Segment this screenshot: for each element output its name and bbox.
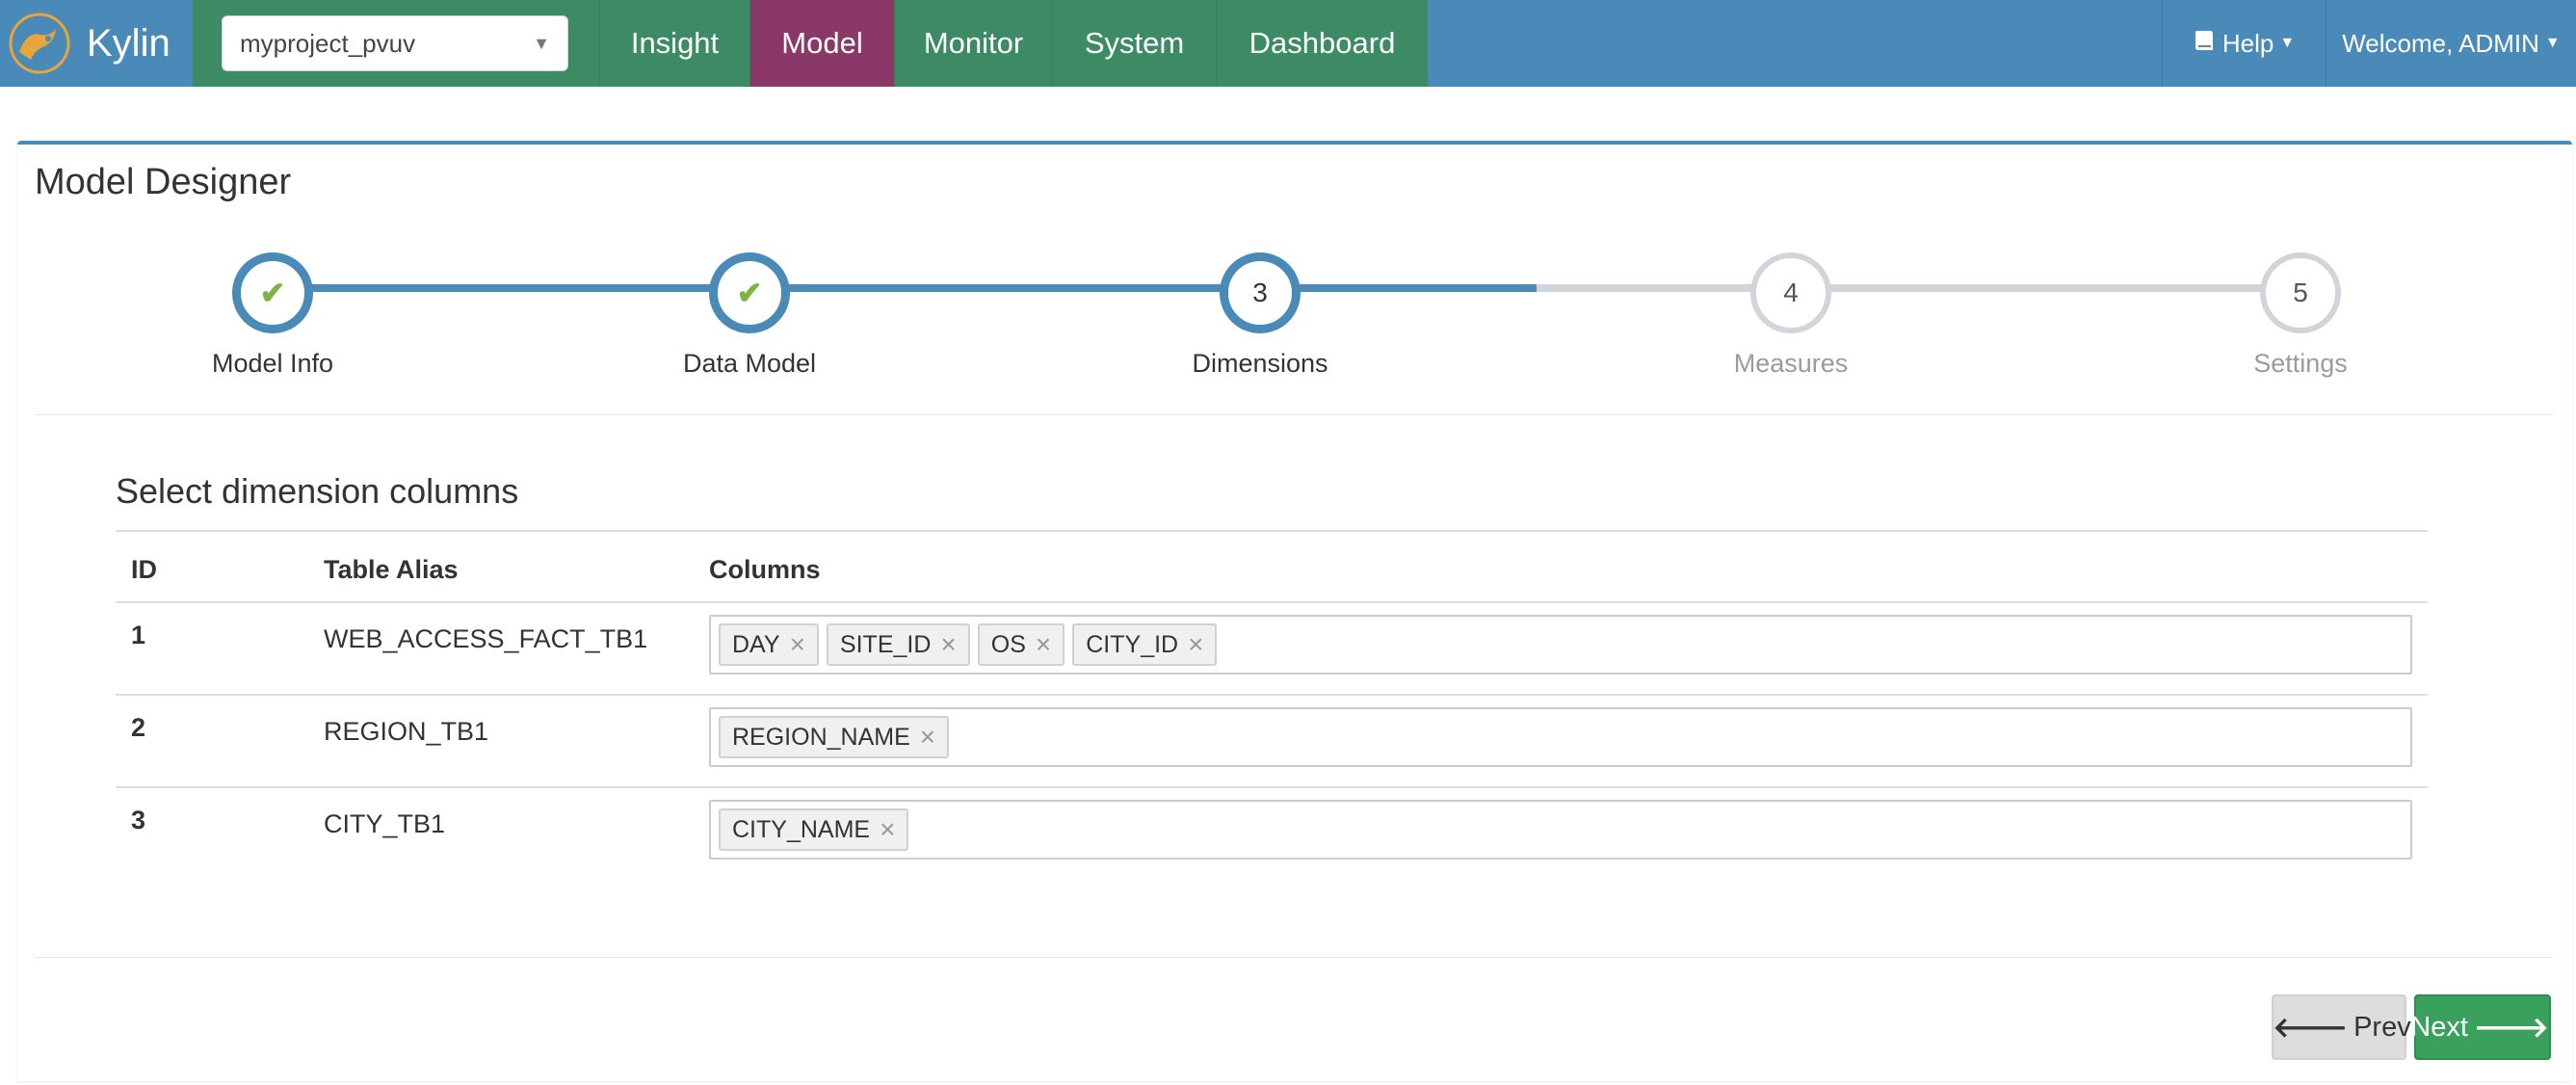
column-tag-label: SITE_ID [839, 630, 932, 658]
header-table-alias: Table Alias [308, 530, 694, 602]
book-icon [2194, 29, 2215, 59]
next-label: Next [2410, 1011, 2468, 1043]
caret-down-icon: ▼ [2544, 35, 2561, 51]
nav-item-monitor[interactable]: Monitor [894, 0, 1052, 87]
step-number: 5 [2293, 278, 2308, 307]
divider [35, 414, 2553, 415]
row-table-alias: CITY_TB1 [308, 786, 694, 880]
step-circle: 5 [2260, 252, 2341, 333]
header-id: ID [116, 530, 308, 602]
prev-button[interactable]: 🡐 Prev [2272, 994, 2411, 1060]
table-row: 3 CITY_TB1 CITY_NAME × [116, 786, 2428, 880]
row-columns-cell: REGION_NAME × [694, 694, 2428, 787]
step-label: Data Model [682, 349, 817, 378]
step-circle: ✔ [232, 252, 313, 333]
column-tag-label: CITY_ID [1086, 630, 1179, 658]
table-header-row: ID Table Alias Columns [116, 530, 2428, 602]
column-tag-label: OS [990, 630, 1026, 658]
wizard-step-model-info[interactable]: ✔ Model Info [147, 252, 398, 379]
section-title: Select dimension columns [116, 471, 519, 511]
brand-name: Kylin [87, 21, 171, 65]
column-tag-label: REGION_NAME [732, 723, 910, 751]
arrow-left-icon: 🡐 [2273, 1013, 2349, 1044]
close-icon[interactable]: × [920, 724, 935, 751]
caret-down-icon: ▼ [2279, 35, 2296, 51]
nav-item-model[interactable]: Model [749, 0, 894, 87]
row-id: 2 [116, 694, 308, 787]
step-label: Dimensions [1192, 349, 1328, 378]
help-label: Help [2221, 28, 2274, 58]
kylin-logo-icon [9, 13, 70, 74]
table-row: 2 REGION_TB1 REGION_NAME × [116, 694, 2428, 787]
column-tag[interactable]: DAY × [719, 623, 819, 666]
close-icon[interactable]: × [790, 631, 805, 658]
close-icon[interactable]: × [940, 631, 956, 658]
wizard-step-measures[interactable]: 4 Measures [1666, 252, 1916, 379]
table-row: 1 WEB_ACCESS_FACT_TB1 DAY × SITE_ID × OS × … [116, 601, 2428, 695]
column-tag-label: DAY [732, 630, 780, 658]
step-number: 3 [1252, 278, 1268, 307]
column-tag[interactable]: REGION_NAME × [719, 716, 950, 758]
project-selector-container: myproject_pvuv ▼ [193, 0, 599, 87]
wizard-step-data-model[interactable]: ✔ Data Model [624, 252, 875, 379]
check-icon: ✔ [259, 276, 286, 310]
column-tag-label: CITY_NAME [732, 815, 871, 843]
chevron-down-icon: ▼ [533, 33, 550, 53]
dimension-table: ID Table Alias Columns 1 WEB_ACCESS_FACT… [116, 530, 2428, 880]
check-icon: ✔ [736, 276, 763, 310]
page-title: Model Designer [35, 162, 292, 202]
user-menu[interactable]: Welcome, ADMIN ▼ [2326, 0, 2576, 87]
columns-tag-input[interactable]: CITY_NAME × [709, 800, 2412, 860]
columns-tag-input[interactable]: REGION_NAME × [709, 707, 2412, 767]
step-label: Model Info [211, 349, 334, 378]
model-designer-panel: Model Designer ✔ Model Info ✔ Data Model… [17, 141, 2572, 1081]
wizard-step-settings[interactable]: 5 Settings [2175, 252, 2426, 379]
arrow-right-icon: 🡒 [2473, 1013, 2549, 1044]
project-select[interactable]: myproject_pvuv ▼ [222, 15, 568, 71]
close-icon[interactable]: × [1036, 631, 1051, 658]
step-circle: ✔ [709, 252, 790, 333]
step-number: 4 [1783, 278, 1799, 307]
column-tag[interactable]: CITY_NAME × [719, 808, 909, 851]
top-navbar: Kylin myproject_pvuv ▼ Insight Model Mon… [0, 0, 2576, 87]
next-button[interactable]: Next 🡒 [2410, 994, 2551, 1060]
user-label: Welcome, ADMIN [2342, 28, 2539, 58]
step-circle: 4 [1750, 252, 1831, 333]
step-label: Measures [1733, 349, 1849, 378]
row-id: 3 [116, 786, 308, 880]
nav-item-dashboard[interactable]: Dashboard [1216, 0, 1428, 87]
column-tag[interactable]: CITY_ID × [1072, 623, 1218, 666]
header-columns: Columns [694, 530, 2428, 602]
help-menu[interactable]: Help ▼ [2162, 0, 2326, 87]
row-table-alias: REGION_TB1 [308, 694, 694, 787]
project-select-value: myproject_pvuv [240, 28, 416, 58]
wizard-step-dimensions[interactable]: 3 Dimensions [1135, 252, 1385, 379]
row-table-alias: WEB_ACCESS_FACT_TB1 [308, 601, 694, 695]
nav-item-insight[interactable]: Insight [599, 0, 749, 87]
row-columns-cell: DAY × SITE_ID × OS × CITY_ID × [694, 601, 2428, 695]
row-columns-cell: CITY_NAME × [694, 786, 2428, 880]
navbar-spacer [1428, 0, 2162, 87]
divider [35, 957, 2553, 958]
prev-label: Prev [2353, 1011, 2411, 1043]
close-icon[interactable]: × [880, 816, 895, 843]
nav-item-system[interactable]: System [1052, 0, 1216, 87]
row-id: 1 [116, 601, 308, 695]
column-tag[interactable]: OS × [977, 623, 1065, 666]
columns-tag-input[interactable]: DAY × SITE_ID × OS × CITY_ID × [709, 615, 2412, 675]
step-label: Settings [2253, 349, 2348, 378]
column-tag[interactable]: SITE_ID × [826, 623, 970, 666]
brand[interactable]: Kylin [0, 0, 193, 87]
close-icon[interactable]: × [1188, 631, 1203, 658]
step-circle: 3 [1220, 252, 1301, 333]
